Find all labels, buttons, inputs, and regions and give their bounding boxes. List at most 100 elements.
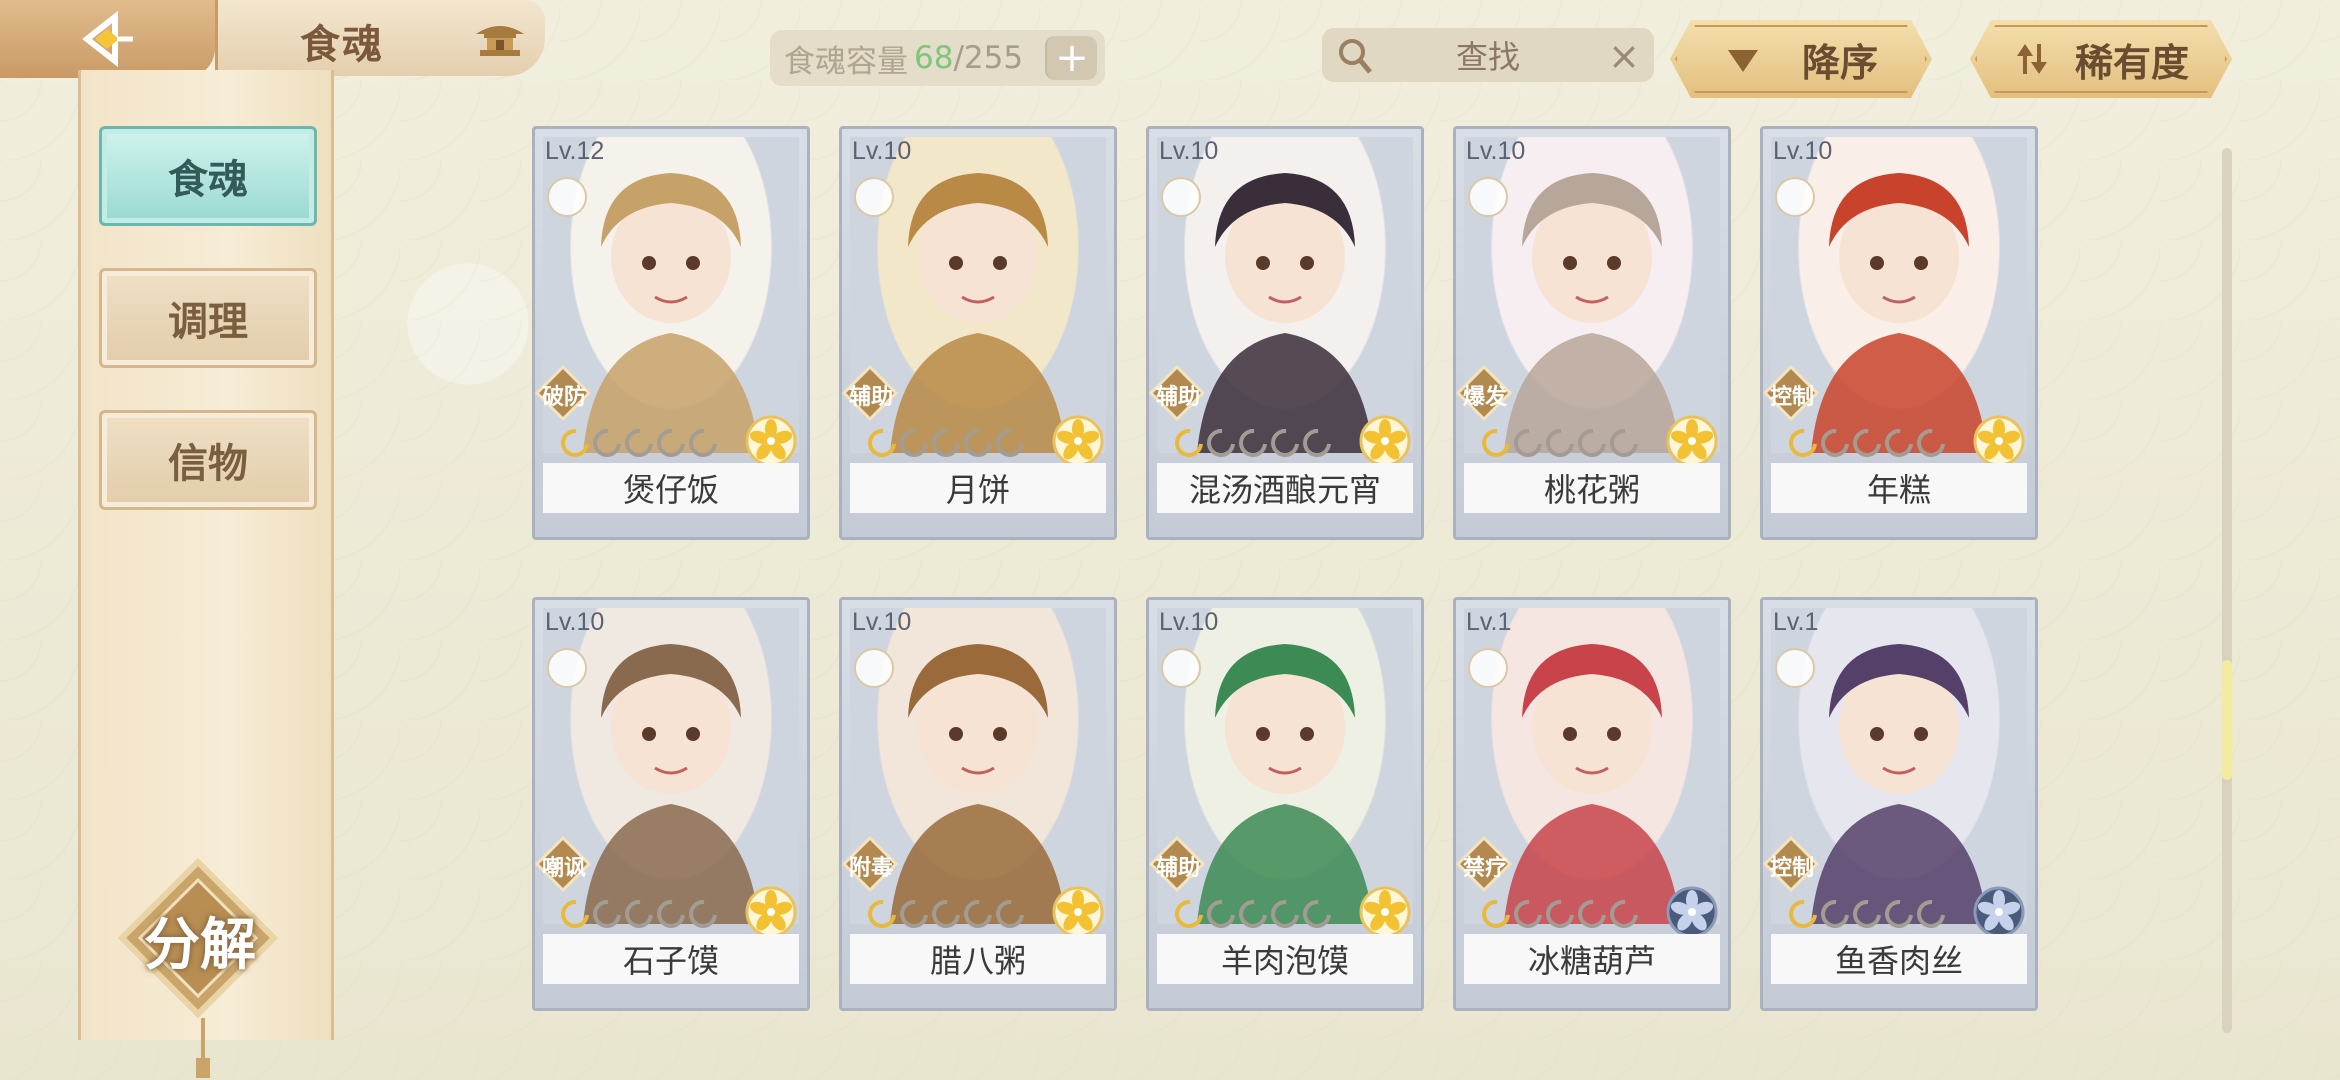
- star-icon: [1265, 423, 1305, 463]
- star-icon: [1265, 894, 1305, 934]
- level-label: Lv.10: [852, 608, 912, 636]
- scrollbar-thumb[interactable]: [2222, 660, 2232, 780]
- capacity-max: /255: [953, 40, 1024, 76]
- star-rating: [862, 423, 1030, 463]
- level-label: Lv.10: [1466, 137, 1526, 165]
- star-icon: [1508, 894, 1548, 934]
- star-icon: [1847, 894, 1887, 934]
- food-soul-card[interactable]: Lv.10 爆发 桃花粥: [1453, 126, 1731, 540]
- bowl-icon: [854, 648, 894, 688]
- food-soul-card[interactable]: Lv.1 禁疗 冰糖葫芦: [1453, 597, 1731, 1011]
- star-icon: [1233, 894, 1273, 934]
- food-soul-card[interactable]: Lv.12 破防 煲仔饭: [532, 126, 810, 540]
- role-label: 辅助: [1155, 385, 1200, 410]
- star-icon: [862, 894, 902, 934]
- role-label: 爆发: [1462, 385, 1507, 410]
- tab-token[interactable]: 信物: [99, 410, 317, 510]
- decompose-button[interactable]: 分解: [122, 900, 278, 981]
- star-icon: [1604, 894, 1644, 934]
- food-soul-card[interactable]: Lv.10 控制 年糕: [1760, 126, 2038, 540]
- star-icon: [1169, 423, 1209, 463]
- star-rating: [1783, 894, 1951, 934]
- star-rating: [1783, 423, 1951, 463]
- star-icon: [958, 423, 998, 463]
- level-label: Lv.10: [1773, 137, 1833, 165]
- level-label: Lv.1: [1773, 608, 1819, 636]
- rarity-flower-icon: [1666, 415, 1718, 467]
- scrollbar-track[interactable]: [2222, 148, 2232, 1033]
- rarity-flower-icon: [745, 886, 797, 938]
- character-name: 混汤酒酿元宵: [1157, 463, 1413, 513]
- star-rating: [862, 894, 1030, 934]
- star-icon: [894, 423, 934, 463]
- character-name: 桃花粥: [1464, 463, 1720, 513]
- bowl-icon: [1775, 648, 1815, 688]
- star-icon: [555, 894, 595, 934]
- sort-order-label: 降序: [1801, 40, 1878, 85]
- star-icon: [1169, 894, 1209, 934]
- star-icon: [1847, 423, 1887, 463]
- rarity-flower-icon: [1666, 886, 1718, 938]
- star-rating: [1476, 894, 1644, 934]
- clear-icon[interactable]: ×: [1608, 34, 1640, 78]
- rarity-flower-icon: [1973, 886, 2025, 938]
- role-label: 辅助: [848, 385, 893, 410]
- star-icon: [1476, 894, 1516, 934]
- rarity-flower-icon: [745, 415, 797, 467]
- star-rating: [555, 894, 723, 934]
- food-soul-card[interactable]: Lv.10 辅助 月饼: [839, 126, 1117, 540]
- sort-key-label: 稀有度: [2074, 40, 2189, 85]
- level-label: Lv.10: [852, 137, 912, 165]
- star-icon: [926, 894, 966, 934]
- star-icon: [990, 423, 1030, 463]
- star-icon: [1815, 423, 1855, 463]
- character-name: 月饼: [850, 463, 1106, 513]
- star-rating: [1169, 423, 1337, 463]
- food-soul-card[interactable]: Lv.10 辅助 混汤酒酿元宵: [1146, 126, 1424, 540]
- star-icon: [683, 894, 723, 934]
- star-icon: [1540, 894, 1580, 934]
- food-soul-card[interactable]: Lv.10 嘲讽 石子馍: [532, 597, 810, 1011]
- star-icon: [1540, 423, 1580, 463]
- tab-conditioning[interactable]: 调理: [99, 268, 317, 368]
- star-icon: [1201, 894, 1241, 934]
- star-icon: [1879, 894, 1919, 934]
- character-name: 年糕: [1771, 463, 2027, 513]
- search-icon: [1339, 39, 1372, 74]
- character-name: 石子馍: [543, 934, 799, 984]
- expand-capacity-button[interactable]: +: [1045, 35, 1097, 81]
- capacity-current: 68: [914, 40, 954, 76]
- back-button[interactable]: [0, 0, 215, 78]
- star-icon: [1297, 423, 1337, 463]
- tab-food-soul[interactable]: 食魂: [99, 126, 317, 226]
- capacity-display: 食魂容量 68 /255 +: [770, 30, 1105, 86]
- pavilion-icon[interactable]: [470, 16, 530, 62]
- food-soul-card[interactable]: Lv.10 附毒 腊八粥: [839, 597, 1117, 1011]
- bowl-icon: [547, 648, 587, 688]
- bowl-icon: [547, 177, 587, 217]
- star-icon: [926, 423, 966, 463]
- star-icon: [1879, 423, 1919, 463]
- bowl-icon: [854, 177, 894, 217]
- rarity-flower-icon: [1973, 415, 2025, 467]
- sort-order-button[interactable]: 降序: [1670, 20, 1932, 98]
- character-name: 羊肉泡馍: [1157, 934, 1413, 984]
- search-placeholder: 查找: [1455, 38, 1520, 76]
- food-soul-card[interactable]: Lv.1 控制 鱼香肉丝: [1760, 597, 2038, 1011]
- level-label: Lv.10: [1159, 608, 1219, 636]
- search-input[interactable]: 查找 ×: [1322, 28, 1654, 82]
- role-label: 禁疗: [1462, 856, 1507, 881]
- star-icon: [1233, 423, 1273, 463]
- back-arrow-icon: [81, 10, 133, 68]
- star-icon: [1201, 423, 1241, 463]
- level-label: Lv.1: [1466, 608, 1512, 636]
- food-soul-card[interactable]: Lv.10 辅助 羊肉泡馍: [1146, 597, 1424, 1011]
- sort-key-button[interactable]: 稀有度: [1970, 20, 2232, 98]
- star-icon: [1476, 423, 1516, 463]
- star-icon: [1572, 423, 1612, 463]
- star-icon: [651, 423, 691, 463]
- role-label: 破防: [541, 385, 586, 410]
- star-icon: [958, 894, 998, 934]
- role-label: 附毒: [848, 856, 893, 881]
- top-bar: 食魂 食魂容量 68 /255 + 查找 × 降序 稀有度: [0, 0, 2340, 98]
